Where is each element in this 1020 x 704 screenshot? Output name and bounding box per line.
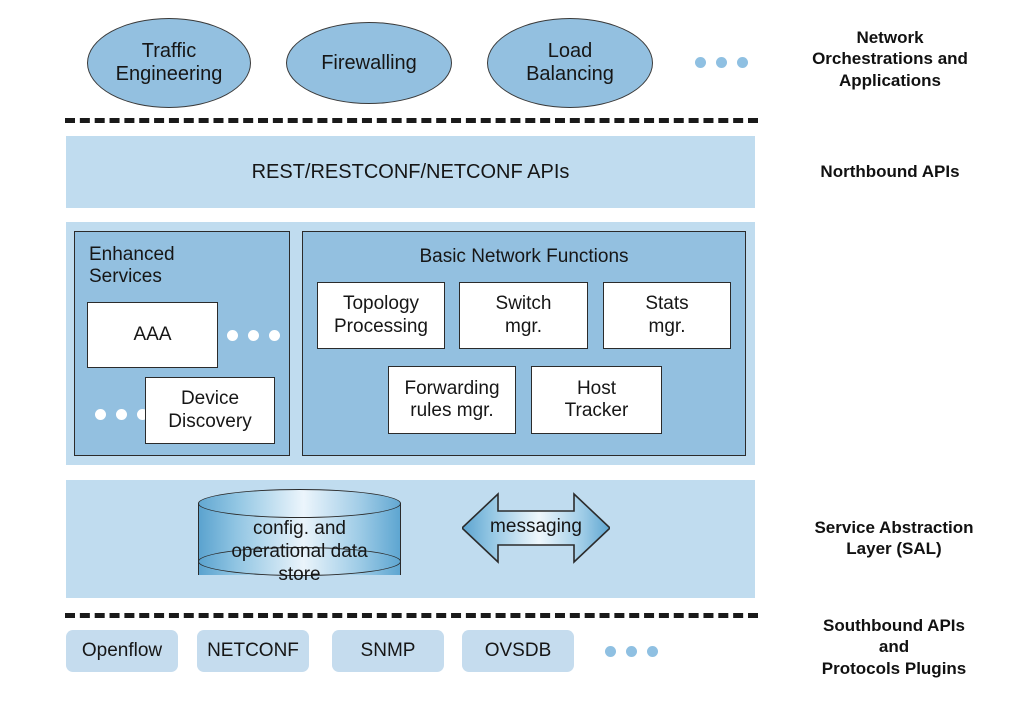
divider-sal-southbound <box>65 613 758 618</box>
protocol-chip-label: SNMP <box>360 640 416 661</box>
box-label-line2: mgr. <box>505 315 542 337</box>
right-label-northbound: Northbound APIs <box>790 161 990 182</box>
app-ellipse-label-line2: Balancing <box>526 63 614 85</box>
dot-icon <box>626 646 637 657</box>
right-label-line1: Northbound APIs <box>820 162 960 181</box>
basic-network-functions-title-text: Basic Network Functions <box>419 246 629 267</box>
southbound-more-dots-icon <box>605 646 658 657</box>
dot-icon <box>716 57 727 68</box>
cylinder-label-line3: store <box>278 564 321 586</box>
cylinder-label: config. and operational data store <box>198 517 401 587</box>
box-label: AAA <box>133 324 171 346</box>
box-label: Device Discovery <box>168 388 251 432</box>
box-label-line1: AAA <box>133 323 172 345</box>
dot-icon <box>269 330 280 341</box>
bnf-box-stats-mgr[interactable]: Stats mgr. <box>603 282 731 349</box>
app-ellipse-label-line1: Traffic <box>141 40 197 62</box>
sal-band <box>66 480 755 598</box>
messaging-label: messaging <box>490 516 582 537</box>
dot-icon <box>227 330 238 341</box>
cylinder-label-line2: operational data <box>231 541 368 563</box>
app-ellipse-traffic-engineering[interactable]: Traffic Engineering <box>87 18 251 108</box>
dot-icon <box>605 646 616 657</box>
right-label-southbound: Southbound APIs and Protocols Plugins <box>790 615 998 679</box>
box-label-line2: Processing <box>334 315 428 337</box>
right-label-line2: and <box>878 637 910 657</box>
northbound-api-band: REST/RESTCONF/NETCONF APIs <box>66 136 755 208</box>
box-label-line1: Device <box>180 388 240 410</box>
divider-applications-northbound <box>65 118 758 123</box>
box-label: Forwarding rules mgr. <box>404 378 499 422</box>
enhanced-services-more-dots-icon-lower <box>95 409 148 420</box>
app-ellipse-load-balancing[interactable]: Load Balancing <box>487 18 653 108</box>
app-ellipse-firewalling[interactable]: Firewalling <box>286 22 452 104</box>
right-label-line1: Service Abstraction <box>814 518 974 537</box>
box-label-line2: Discovery <box>168 410 252 432</box>
enhanced-services-title-line1: Enhanced <box>89 244 175 265</box>
right-label-sal: Service Abstraction Layer (SAL) <box>790 517 998 560</box>
dot-icon <box>695 57 706 68</box>
box-label-line2: mgr. <box>648 315 686 337</box>
enhanced-services-box-device-discovery[interactable]: Device Discovery <box>145 377 275 444</box>
dot-icon <box>248 330 259 341</box>
protocol-chip-ovsdb[interactable]: OVSDB <box>462 630 574 672</box>
enhanced-services-panel: Enhanced Services AAA Device Discovery <box>74 231 290 456</box>
cylinder-label-line1: config. and <box>253 518 346 539</box>
protocol-chip-label: NETCONF <box>207 640 299 661</box>
box-label: Switch mgr. <box>496 293 552 337</box>
app-ellipse-label-line2: Engineering <box>115 63 223 85</box>
app-ellipse-label-line1: Firewalling <box>321 51 417 74</box>
box-label: Topology Processing <box>334 293 428 337</box>
bnf-box-forwarding-rules-mgr[interactable]: Forwarding rules mgr. <box>388 366 516 434</box>
box-label-line1: Forwarding <box>404 377 500 399</box>
box-label-line1: Host <box>576 377 617 399</box>
right-label-line2: Layer (SAL) <box>846 539 942 559</box>
right-label-line1: Southbound APIs <box>823 616 965 635</box>
protocol-chip-snmp[interactable]: SNMP <box>332 630 444 672</box>
dot-icon <box>95 409 106 420</box>
box-label-line1: Topology <box>342 293 420 315</box>
box-label-line1: Switch <box>495 293 552 315</box>
southbound-protocols-row: Openflow NETCONF SNMP OVSDB <box>66 630 766 674</box>
config-operational-data-store-cylinder[interactable]: config. and operational data store <box>198 489 401 589</box>
box-label: Stats mgr. <box>645 293 688 337</box>
protocol-chip-openflow[interactable]: Openflow <box>66 630 178 672</box>
messaging-arrow[interactable]: messaging <box>460 492 612 564</box>
dot-icon <box>116 409 127 420</box>
protocol-chip-label: Openflow <box>81 640 163 661</box>
box-label-line2: Tracker <box>564 400 629 421</box>
bnf-box-switch-mgr[interactable]: Switch mgr. <box>459 282 588 349</box>
right-label-line2: Orchestrations and <box>812 49 968 69</box>
protocol-chip-label: OVSDB <box>484 640 552 661</box>
box-label-line2: rules mgr. <box>410 400 494 421</box>
enhanced-services-title: Enhanced Services <box>89 244 175 288</box>
right-label-line3: Protocols Plugins <box>821 658 967 678</box>
bnf-box-topology-processing[interactable]: Topology Processing <box>317 282 445 349</box>
basic-network-functions-panel: Basic Network Functions Topology Process… <box>302 231 746 456</box>
app-ellipse-label: Load Balancing <box>526 40 614 86</box>
box-label-line1: Stats <box>645 293 689 315</box>
right-label-line1: Network <box>856 28 924 47</box>
right-label-applications: Network Orchestrations and Applications <box>790 27 990 91</box>
dot-icon <box>737 57 748 68</box>
app-ellipse-label-line1: Load <box>547 40 593 62</box>
right-label-line3: Applications <box>838 70 941 90</box>
enhanced-services-title-line2: Services <box>89 265 162 287</box>
bnf-box-host-tracker[interactable]: Host Tracker <box>531 366 662 434</box>
basic-network-functions-title: Basic Network Functions <box>303 246 745 268</box>
app-ellipse-label: Traffic Engineering <box>116 40 223 86</box>
northbound-api-label: REST/RESTCONF/NETCONF APIs <box>251 160 570 183</box>
enhanced-services-box-aaa[interactable]: AAA <box>87 302 218 368</box>
enhanced-services-more-dots-icon-upper <box>227 330 280 341</box>
applications-more-dots-icon <box>695 57 748 68</box>
app-ellipse-label: Firewalling <box>321 52 417 75</box>
box-label: Host Tracker <box>565 378 629 422</box>
dot-icon <box>647 646 658 657</box>
protocol-chip-netconf[interactable]: NETCONF <box>197 630 309 672</box>
cylinder-top-ellipse <box>198 489 401 518</box>
